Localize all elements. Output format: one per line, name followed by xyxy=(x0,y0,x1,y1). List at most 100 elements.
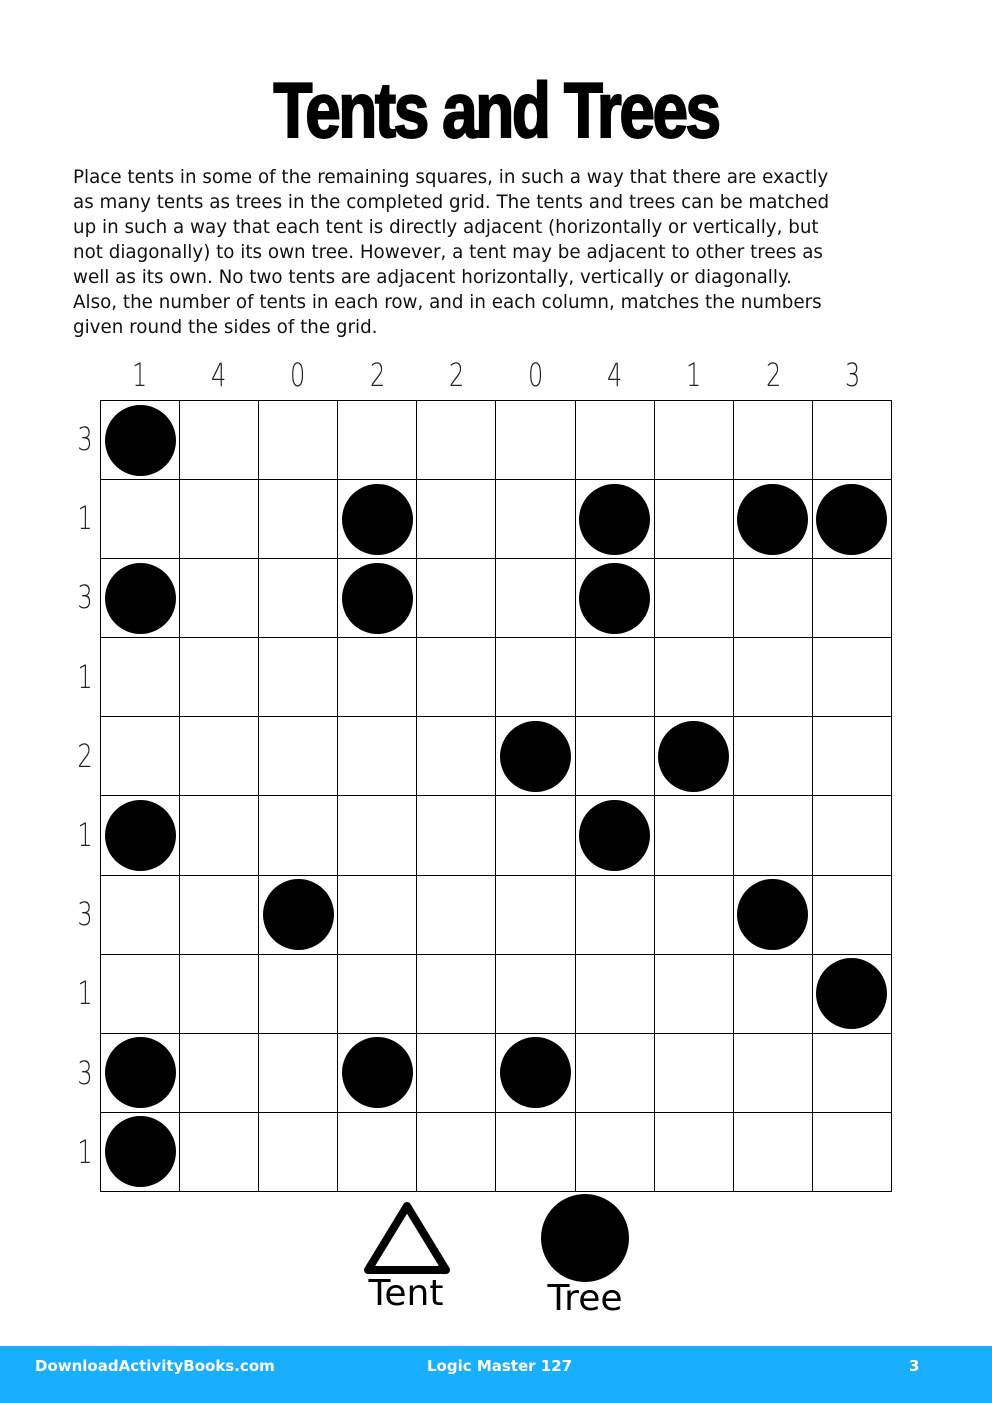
grid-cell-empty[interactable] xyxy=(179,400,259,480)
grid-cell-empty[interactable] xyxy=(416,558,496,638)
grid-cell-empty[interactable] xyxy=(337,953,417,1033)
grid-cell-empty[interactable] xyxy=(811,1111,891,1191)
grid-cell-empty[interactable] xyxy=(653,1032,733,1112)
grid-cell-tree xyxy=(100,795,180,875)
grid-cell-empty[interactable] xyxy=(574,1111,654,1191)
grid-cell-empty[interactable] xyxy=(495,953,575,1033)
grid-cell-empty[interactable] xyxy=(337,637,417,717)
grid-cell-empty[interactable] xyxy=(258,716,338,796)
grid-cell-empty[interactable] xyxy=(811,1032,891,1112)
grid-cell-empty[interactable] xyxy=(337,874,417,954)
grid-cell-empty[interactable] xyxy=(574,400,654,480)
grid-cell-empty[interactable] xyxy=(574,637,654,717)
grid-cell-empty[interactable] xyxy=(732,1032,812,1112)
grid-cell-empty[interactable] xyxy=(653,479,733,559)
grid-cell-empty[interactable] xyxy=(495,400,575,480)
grid-cell-empty[interactable] xyxy=(811,400,891,480)
grid-cell-empty[interactable] xyxy=(258,400,338,480)
grid-cell-empty[interactable] xyxy=(416,953,496,1033)
row-clue: 1 xyxy=(77,974,93,1013)
grid-cell-empty[interactable] xyxy=(416,1032,496,1112)
grid-cell-empty[interactable] xyxy=(258,479,338,559)
grid-cell-empty[interactable] xyxy=(574,953,654,1033)
grid-cell-empty[interactable] xyxy=(811,558,891,638)
grid-cell-empty[interactable] xyxy=(653,558,733,638)
column-clue: 3 xyxy=(844,356,860,394)
grid-cell-empty[interactable] xyxy=(100,479,180,559)
tree-icon xyxy=(658,720,730,792)
grid-cell-tree xyxy=(495,716,575,796)
grid-cell-empty[interactable] xyxy=(179,479,259,559)
grid-cell-empty[interactable] xyxy=(416,479,496,559)
grid-cell-empty[interactable] xyxy=(258,1111,338,1191)
grid-cell-empty[interactable] xyxy=(811,637,891,717)
grid-cell-empty[interactable] xyxy=(732,558,812,638)
footer-site-link[interactable]: DownloadActivityBooks.com xyxy=(35,1356,275,1376)
grid-cell-tree xyxy=(100,400,180,480)
grid-cell-empty[interactable] xyxy=(179,637,259,717)
grid-cell-empty[interactable] xyxy=(574,1032,654,1112)
grid-cell-empty[interactable] xyxy=(416,400,496,480)
tree-icon xyxy=(737,483,809,555)
column-clues: 1 4 0 2 2 0 4 1 2 3 xyxy=(100,352,892,398)
grid-cell-empty[interactable] xyxy=(495,874,575,954)
grid-cell-empty[interactable] xyxy=(732,795,812,875)
grid-cell-empty[interactable] xyxy=(495,1111,575,1191)
grid-cell-empty[interactable] xyxy=(574,874,654,954)
grid-cell-empty[interactable] xyxy=(337,400,417,480)
grid-cell-empty[interactable] xyxy=(179,795,259,875)
grid-cell-empty[interactable] xyxy=(179,558,259,638)
grid-cell-empty[interactable] xyxy=(179,1032,259,1112)
grid-cell-empty[interactable] xyxy=(653,637,733,717)
grid-cell-empty[interactable] xyxy=(416,637,496,717)
grid-cell-empty[interactable] xyxy=(100,637,180,717)
grid-cell-empty[interactable] xyxy=(732,953,812,1033)
grid-cell-empty[interactable] xyxy=(653,953,733,1033)
grid-cell-empty[interactable] xyxy=(811,795,891,875)
grid-cell-empty[interactable] xyxy=(732,400,812,480)
grid-cell-empty[interactable] xyxy=(179,716,259,796)
grid-cell-empty[interactable] xyxy=(811,874,891,954)
grid-cell-empty[interactable] xyxy=(495,637,575,717)
grid-cell-empty[interactable] xyxy=(495,558,575,638)
grid-cell-empty[interactable] xyxy=(653,874,733,954)
grid-cell-empty[interactable] xyxy=(179,953,259,1033)
grid-cell-empty[interactable] xyxy=(337,1111,417,1191)
grid-cell-empty[interactable] xyxy=(100,874,180,954)
grid-cell-empty[interactable] xyxy=(337,716,417,796)
grid-cell-tree xyxy=(653,716,733,796)
grid-cell-empty[interactable] xyxy=(258,637,338,717)
grid-cell-empty[interactable] xyxy=(732,637,812,717)
grid-cell-empty[interactable] xyxy=(495,479,575,559)
grid-cell-empty[interactable] xyxy=(574,716,654,796)
grid-cell-empty[interactable] xyxy=(258,558,338,638)
page-title: Tents and Trees xyxy=(273,65,722,155)
grid-cell-empty[interactable] xyxy=(416,716,496,796)
grid-cell-empty[interactable] xyxy=(100,953,180,1033)
grid-cell-empty[interactable] xyxy=(337,795,417,875)
row-clue: 1 xyxy=(77,657,93,696)
grid-cell-empty[interactable] xyxy=(416,795,496,875)
grid-cell-empty[interactable] xyxy=(653,1111,733,1191)
grid-cell-empty[interactable] xyxy=(416,1111,496,1191)
grid-cell-empty[interactable] xyxy=(495,795,575,875)
grid-cell-tree xyxy=(100,1111,180,1191)
grid-cell-tree xyxy=(337,558,417,638)
grid-cell-empty[interactable] xyxy=(179,1111,259,1191)
grid-cell-empty[interactable] xyxy=(416,874,496,954)
grid-cell-empty[interactable] xyxy=(258,795,338,875)
grid-cell-empty[interactable] xyxy=(258,953,338,1033)
footer-bar: DownloadActivityBooks.com Logic Master 1… xyxy=(0,1346,992,1403)
tree-icon xyxy=(104,1116,176,1188)
row-clue: 3 xyxy=(77,578,93,617)
row-clue: 3 xyxy=(77,1053,93,1092)
grid-cell-empty[interactable] xyxy=(732,716,812,796)
grid-cell-empty[interactable] xyxy=(732,1111,812,1191)
grid-cell-empty[interactable] xyxy=(100,716,180,796)
grid-cell-empty[interactable] xyxy=(258,1032,338,1112)
grid-cell-empty[interactable] xyxy=(179,874,259,954)
tree-icon xyxy=(104,1037,176,1109)
grid-cell-empty[interactable] xyxy=(811,716,891,796)
grid-cell-empty[interactable] xyxy=(653,400,733,480)
grid-cell-empty[interactable] xyxy=(653,795,733,875)
